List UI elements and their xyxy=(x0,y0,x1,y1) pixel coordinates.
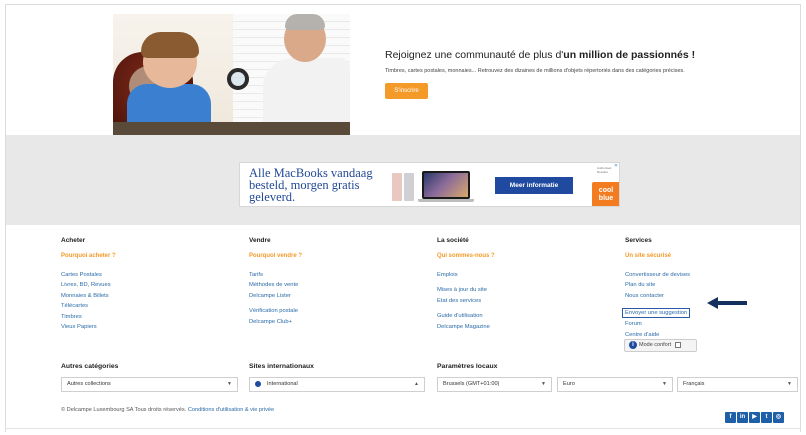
footer-link[interactable]: Monnaies & Billets xyxy=(61,291,231,302)
footer-col-acheter: Acheter Pourquoi acheter ? Cartes Postal… xyxy=(61,237,231,333)
col-highlight-link[interactable]: Un site sécurisé xyxy=(625,251,795,262)
local-settings-label: Paramètres locaux xyxy=(437,363,498,370)
international-sites-select[interactable]: International ▲ xyxy=(249,377,425,392)
terms-link[interactable]: Conditions d'utilisation & vie privée xyxy=(188,407,274,413)
col-highlight-link[interactable]: Qui sommes-nous ? xyxy=(437,251,607,262)
caret-down-icon: ▼ xyxy=(787,381,792,387)
facebook-icon[interactable]: f xyxy=(725,412,736,423)
hero-description: Timbres, cartes postales, monnaies... Re… xyxy=(385,68,685,74)
footer-link[interactable]: Timbres xyxy=(61,312,231,323)
hero-image xyxy=(113,14,350,135)
send-suggestion-link[interactable]: Envoyer une suggestion xyxy=(622,308,691,318)
coolblue-logo: cool blue xyxy=(592,182,619,206)
col-highlight-link[interactable]: Pourquoi vendre ? xyxy=(249,251,419,262)
footer-link[interactable]: Vérification postale xyxy=(249,306,419,317)
currency-select[interactable]: Euro ▼ xyxy=(557,377,673,392)
footer-link[interactable]: Delcampe Club+ xyxy=(249,317,419,328)
ad-cta-button[interactable]: Meer informatie xyxy=(495,177,573,194)
bottom-divider xyxy=(5,428,801,429)
caret-up-icon: ▲ xyxy=(414,381,419,387)
ad-close-icon[interactable]: ✕ xyxy=(612,163,619,169)
footer-link[interactable]: Plan du site xyxy=(625,280,795,291)
col-highlight-link[interactable]: Pourquoi acheter ? xyxy=(61,251,231,262)
laptop-image xyxy=(392,169,484,203)
footer-col-services: Services Un site sécurisé Convertisseur … xyxy=(622,237,795,340)
other-categories-label: Autres catégories xyxy=(61,363,119,370)
hero-title: Rejoignez une communauté de plus d'un mi… xyxy=(385,49,696,61)
footer-col-societe: La société Qui sommes-nous ? Emplois Mis… xyxy=(437,237,607,332)
checkbox-icon[interactable] xyxy=(675,341,682,348)
caret-down-icon: ▼ xyxy=(662,381,667,387)
signup-button[interactable]: S'inscrire xyxy=(385,83,428,99)
footer-link[interactable]: Mises à jour du site xyxy=(437,285,607,296)
info-icon: i xyxy=(629,340,637,349)
mode-confort-label: Mode confort xyxy=(639,342,672,348)
footer-link[interactable]: Forum xyxy=(625,319,795,330)
footer-link[interactable]: Vieux Papiers xyxy=(61,322,231,333)
caret-down-icon: ▼ xyxy=(541,381,546,387)
col-title: Services xyxy=(625,237,652,244)
apple-icon xyxy=(586,166,596,176)
footer-col-vendre: Vendre Pourquoi vendre ? Tarifs Méthodes… xyxy=(249,237,419,327)
ad-banner[interactable]: Alle MacBooks vandaag besteld, morgen gr… xyxy=(239,162,620,207)
copyright: © Delcampe Luxembourg SA Tous droits rés… xyxy=(61,407,275,413)
timezone-select[interactable]: Brussels (GMT+01:00) ▼ xyxy=(437,377,552,392)
youtube-icon[interactable]: ▶ xyxy=(749,412,760,423)
social-links: f in ▶ t ◎ xyxy=(724,405,784,423)
col-title: Vendre xyxy=(249,237,271,244)
footer-link[interactable]: Livres, BD, Revues xyxy=(61,280,231,291)
footer-link[interactable]: Emplois xyxy=(437,270,607,281)
footer-link[interactable]: Télécartes xyxy=(61,301,231,312)
footer-link[interactable]: Méthodes de vente xyxy=(249,280,419,291)
international-sites-label: Sites internationaux xyxy=(249,363,314,370)
mode-confort-toggle[interactable]: i Mode confort xyxy=(624,339,697,352)
other-categories-select[interactable]: Autres collections ▼ xyxy=(61,377,238,392)
col-title: La société xyxy=(437,237,469,244)
footer-link[interactable]: Cartes Postales xyxy=(61,270,231,281)
ad-headline: Alle MacBooks vandaag besteld, morgen gr… xyxy=(249,166,373,204)
linkedin-icon[interactable]: in xyxy=(737,412,748,423)
footer-link[interactable]: Tarifs xyxy=(249,270,419,281)
twitter-icon[interactable]: t xyxy=(761,412,772,423)
language-select[interactable]: Français ▼ xyxy=(677,377,798,392)
globe-icon xyxy=(255,380,261,387)
footer-link[interactable]: Guide d'utilisation xyxy=(437,311,607,322)
footer-link[interactable]: Convertisseur de devises xyxy=(625,270,795,281)
annotation-arrow-icon xyxy=(707,297,747,309)
magnifier-icon xyxy=(227,68,249,90)
col-title: Acheter xyxy=(61,237,86,244)
instagram-icon[interactable]: ◎ xyxy=(773,412,784,423)
footer-link[interactable]: Etat des services xyxy=(437,296,607,307)
caret-down-icon: ▼ xyxy=(227,381,232,387)
footer-link[interactable]: Delcampe Magazine xyxy=(437,322,607,333)
footer-link[interactable]: Delcampe Lister xyxy=(249,291,419,302)
